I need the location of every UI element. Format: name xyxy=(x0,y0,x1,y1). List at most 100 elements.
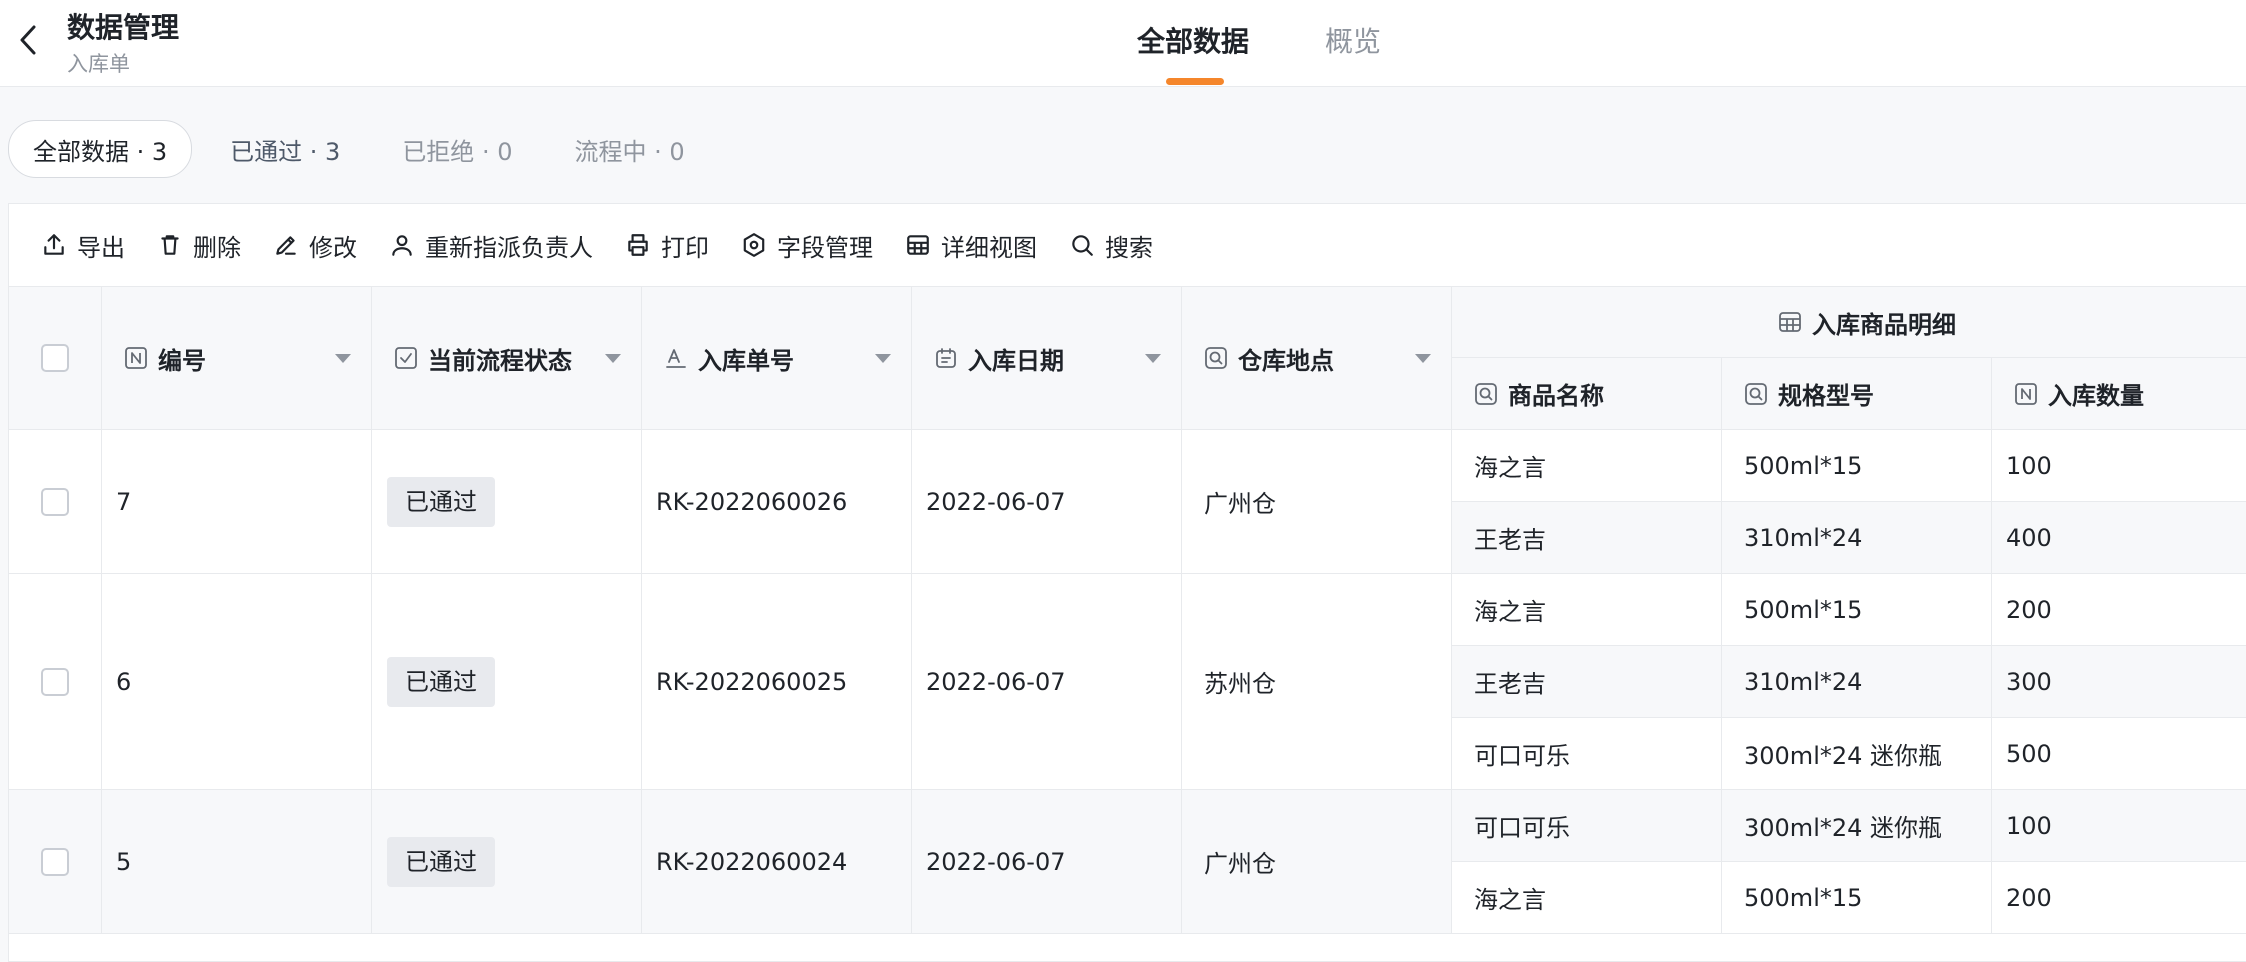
number-field-icon xyxy=(2015,382,2037,405)
filter-approved[interactable]: 已通过 · 3 xyxy=(206,121,364,177)
table-cell: RK-2022060026 xyxy=(642,430,912,574)
cell-product: 海之言 xyxy=(1474,454,1546,482)
subtable-cell: 310ml*24 xyxy=(1722,646,1992,718)
edit-icon xyxy=(276,236,296,255)
column-group-header: 入库商品明细 xyxy=(1452,286,2246,358)
tab-overview[interactable]: 概览 xyxy=(1325,20,1381,60)
row-checkbox[interactable] xyxy=(41,847,69,876)
subtable-cell: 海之言 xyxy=(1452,862,1722,934)
subtable-icon xyxy=(1779,312,1801,332)
cell-date: 2022-06-07 xyxy=(926,847,1066,876)
cell-product: 王老吉 xyxy=(1474,670,1546,698)
subtable-cell: 王老吉 xyxy=(1452,502,1722,574)
filter-in-progress[interactable]: 流程中 · 0 xyxy=(550,121,708,177)
delete-label: 删除 xyxy=(193,233,241,262)
search-button[interactable]: 搜索 xyxy=(1069,228,1153,263)
column-header-warehouse[interactable]: 仓库地点 xyxy=(1182,286,1452,430)
toolbar: 导出 删除 修改 重新指派负责人 打印 字段管理 详细视图 搜索 xyxy=(9,204,1185,286)
table-cell: RK-2022060025 xyxy=(642,574,912,790)
search-icon xyxy=(1072,235,1093,256)
cell-date: 2022-06-07 xyxy=(926,487,1066,516)
cell-order-no: RK-2022060024 xyxy=(656,847,848,876)
table-cell: 2022-06-07 xyxy=(912,430,1182,574)
subtable-cell: 可口可乐 xyxy=(1452,790,1722,862)
sort-caret-icon[interactable] xyxy=(1145,353,1161,363)
checkbox-field-icon xyxy=(395,347,417,369)
subtable-cell: 300ml*24 迷你瓶 xyxy=(1722,718,1992,790)
status-filter-bar: 全部数据 · 3 已通过 · 3 已拒绝 · 0 流程中 · 0 xyxy=(8,120,723,178)
row-select-cell xyxy=(9,430,102,574)
cell-spec: 500ml*15 xyxy=(1744,451,1863,480)
cell-id: 7 xyxy=(116,487,132,516)
subtable-cell: 400 xyxy=(1992,502,2246,574)
column-label: 商品名称 xyxy=(1508,382,1604,410)
detail-view-button[interactable]: 详细视图 xyxy=(905,228,1037,263)
cell-warehouse: 广州仓 xyxy=(1204,850,1276,878)
field-management-label: 字段管理 xyxy=(777,233,873,262)
row-checkbox[interactable] xyxy=(41,667,69,696)
subcolumn-header-qty[interactable]: 入库数量 xyxy=(1992,358,2246,430)
subtable-cell: 500ml*15 xyxy=(1722,574,1992,646)
subcolumn-header-spec[interactable]: 规格型号 xyxy=(1722,358,1992,430)
filter-rejected[interactable]: 已拒绝 · 0 xyxy=(378,121,536,177)
table-cell: 已通过 xyxy=(372,430,642,574)
subtable-cell: 100 xyxy=(1992,790,2246,862)
reassign-button[interactable]: 重新指派负责人 xyxy=(389,228,593,263)
status-badge: 已通过 xyxy=(387,476,495,527)
column-header-id[interactable]: 编号 xyxy=(102,286,372,430)
subtable-cell: 310ml*24 xyxy=(1722,502,1992,574)
user-icon xyxy=(392,235,412,256)
status-badge: 已通过 xyxy=(387,656,495,707)
table-cell: 苏州仓 xyxy=(1182,574,1452,790)
subtable-cell: 100 xyxy=(1992,430,2246,502)
subcolumn-header-product[interactable]: 商品名称 xyxy=(1452,358,1722,430)
subtable-cell: 海之言 xyxy=(1452,574,1722,646)
sort-caret-icon[interactable] xyxy=(335,353,351,363)
export-button[interactable]: 导出 xyxy=(41,228,125,263)
table-cell: 2022-06-07 xyxy=(912,790,1182,934)
column-label: 规格型号 xyxy=(1778,382,1874,410)
table-icon xyxy=(907,235,929,255)
sort-caret-icon[interactable] xyxy=(1415,353,1431,363)
field-management-button[interactable]: 字段管理 xyxy=(741,228,873,263)
reassign-label: 重新指派负责人 xyxy=(425,233,593,262)
subtable-cell: 海之言 xyxy=(1452,430,1722,502)
cell-spec: 300ml*24 迷你瓶 xyxy=(1744,814,1943,842)
delete-button[interactable]: 删除 xyxy=(157,228,241,263)
column-header-status[interactable]: 当前流程状态 xyxy=(372,286,642,430)
column-label: 当前流程状态 xyxy=(428,346,572,375)
search-label: 搜索 xyxy=(1105,233,1153,262)
detail-view-label: 详细视图 xyxy=(941,233,1037,262)
cell-id: 5 xyxy=(116,847,132,876)
column-label: 入库单号 xyxy=(698,346,794,375)
edit-button[interactable]: 修改 xyxy=(273,228,357,263)
subtable-cell: 200 xyxy=(1992,574,2246,646)
print-button[interactable]: 打印 xyxy=(625,228,709,263)
select-all-checkbox[interactable] xyxy=(41,344,69,372)
column-label: 入库日期 xyxy=(968,346,1064,375)
app-header: 数据管理 入库单 全部数据 概览 xyxy=(0,0,2246,87)
cell-spec: 310ml*24 xyxy=(1744,523,1863,552)
cell-warehouse: 广州仓 xyxy=(1204,490,1276,518)
tab-all-data[interactable]: 全部数据 xyxy=(1137,20,1249,60)
cell-spec: 500ml*15 xyxy=(1744,595,1863,624)
export-icon xyxy=(44,234,64,255)
table-cell: 广州仓 xyxy=(1182,430,1452,574)
cell-qty: 200 xyxy=(2006,883,2052,912)
back-button[interactable] xyxy=(14,22,42,58)
sort-caret-icon[interactable] xyxy=(875,353,891,363)
cell-order-no: RK-2022060026 xyxy=(656,487,848,516)
edit-label: 修改 xyxy=(309,233,357,262)
cell-qty: 200 xyxy=(2006,595,2052,624)
select-field-icon xyxy=(1205,347,1227,369)
number-field-icon xyxy=(125,347,147,369)
column-header-date[interactable]: 入库日期 xyxy=(912,286,1182,430)
chevron-left-icon xyxy=(20,25,36,55)
sort-caret-icon[interactable] xyxy=(605,353,621,363)
filter-all[interactable]: 全部数据 · 3 xyxy=(8,120,193,178)
trash-icon xyxy=(161,235,179,255)
column-header-order-no[interactable]: 入库单号 xyxy=(642,286,912,430)
page-subtitle: 入库单 xyxy=(67,52,130,76)
row-checkbox[interactable] xyxy=(41,487,69,516)
select-field-icon xyxy=(1745,382,1767,405)
